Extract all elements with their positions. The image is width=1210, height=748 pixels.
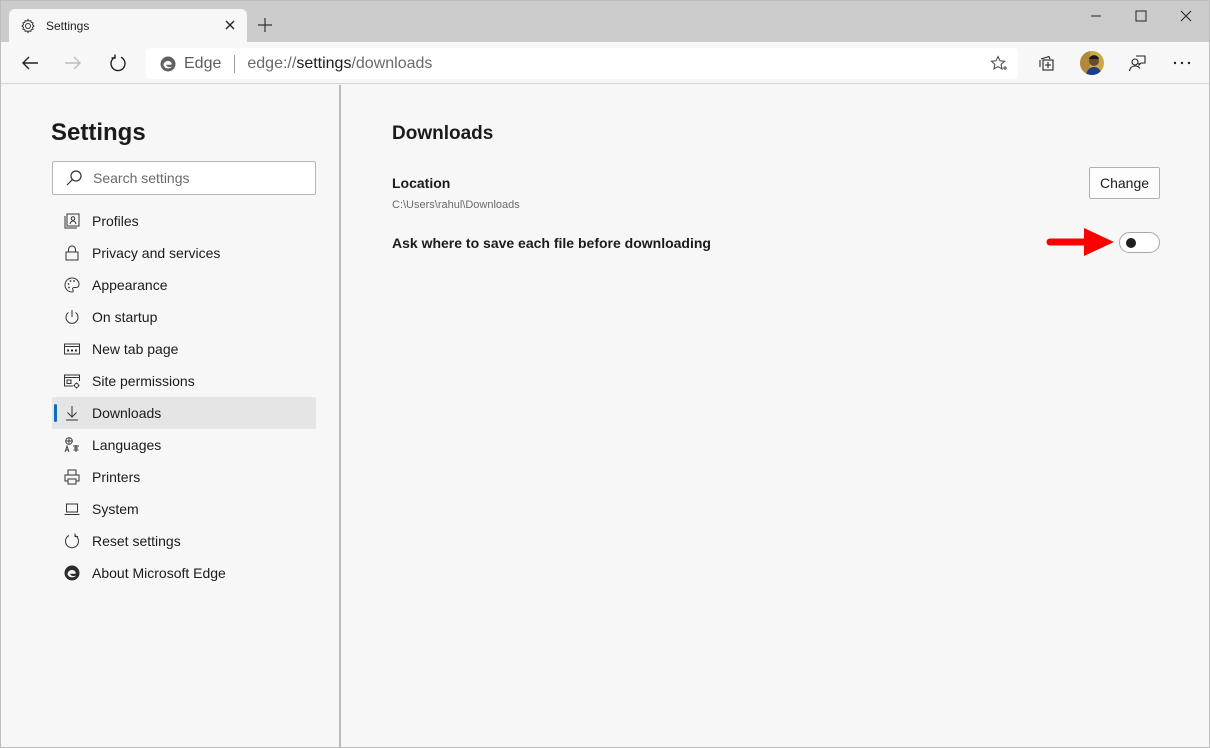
collections-icon <box>1039 55 1054 71</box>
maximize-icon <box>1135 10 1147 22</box>
refresh-button[interactable] <box>102 48 134 78</box>
tab-settings[interactable]: Settings <box>9 9 247 42</box>
minimize-icon <box>1091 15 1101 17</box>
lock-icon <box>63 244 81 262</box>
gear-icon <box>20 18 36 34</box>
forward-button[interactable] <box>57 48 89 78</box>
downloads-settings-panel: Downloads Location C:\Users\rahul\Downlo… <box>343 85 1209 747</box>
toggle-knob <box>1126 238 1136 248</box>
sidebar-item-system[interactable]: System <box>52 493 316 525</box>
sidebar-item-privacy[interactable]: Privacy and services <box>52 237 316 269</box>
separator <box>234 54 236 73</box>
close-tab-icon[interactable] <box>222 17 238 33</box>
power-icon <box>63 308 81 326</box>
profile-avatar <box>1080 51 1104 75</box>
sidebar-item-printers[interactable]: Printers <box>52 461 316 493</box>
sidebar-item-about[interactable]: About Microsoft Edge <box>52 557 316 589</box>
plus-icon <box>258 18 272 32</box>
new-tab-button[interactable] <box>255 15 275 35</box>
feedback-icon <box>1128 55 1146 72</box>
location-label: Location <box>392 175 451 191</box>
site-permissions-icon <box>63 372 81 390</box>
location-path: C:\Users\rahul\Downloads <box>392 199 520 211</box>
download-icon <box>63 404 81 422</box>
ask-before-download-toggle[interactable] <box>1119 232 1160 253</box>
change-location-button[interactable]: Change <box>1089 167 1160 199</box>
sidebar-item-on-startup[interactable]: On startup <box>52 301 316 333</box>
reset-icon <box>63 532 81 550</box>
sidebar-nav: Profiles Privacy and services Appearance… <box>52 205 316 589</box>
collections-button[interactable] <box>1031 48 1063 78</box>
sidebar-item-profiles[interactable]: Profiles <box>52 205 316 237</box>
sidebar-item-appearance[interactable]: Appearance <box>52 269 316 301</box>
sidebar-item-new-tab-page[interactable]: New tab page <box>52 333 316 365</box>
edge-logo-icon <box>63 564 81 582</box>
maximize-button[interactable] <box>1118 1 1164 31</box>
sidebar-item-reset-settings[interactable]: Reset settings <box>52 525 316 557</box>
printer-icon <box>63 468 81 486</box>
tab-title: Settings <box>46 18 90 33</box>
new-tab-icon <box>63 340 81 358</box>
tab-strip: Settings <box>1 1 1209 42</box>
close-window-button[interactable] <box>1163 1 1209 31</box>
profile-button[interactable] <box>1076 48 1108 78</box>
address-bar[interactable]: Edge edge://settings/downloads <box>146 48 1018 79</box>
search-input[interactable] <box>93 170 313 186</box>
forward-icon <box>65 56 81 70</box>
edge-logo-icon <box>160 56 176 71</box>
red-arrow-annotation <box>1046 228 1114 256</box>
profiles-icon <box>63 212 81 230</box>
ask-before-download-label: Ask where to save each file before downl… <box>392 235 711 251</box>
search-icon <box>66 170 82 186</box>
sidebar-title: Settings <box>51 119 146 146</box>
page-title: Downloads <box>392 123 494 144</box>
laptop-icon <box>63 500 81 518</box>
refresh-icon <box>110 54 126 72</box>
toolbar: Edge edge://settings/downloads <box>1 42 1209 84</box>
back-button[interactable] <box>14 48 46 78</box>
site-label: Edge <box>184 54 222 72</box>
favorite-icon[interactable] <box>990 55 1008 73</box>
sidebar-item-languages[interactable]: Languages <box>52 429 316 461</box>
close-icon <box>1180 10 1192 22</box>
minimize-button[interactable] <box>1073 1 1119 31</box>
feedback-button[interactable] <box>1121 48 1153 78</box>
more-icon <box>1173 61 1191 65</box>
settings-sidebar: Settings Profiles Privacy and services A… <box>1 85 341 747</box>
sidebar-item-site-permissions[interactable]: Site permissions <box>52 365 316 397</box>
back-icon <box>22 56 38 70</box>
palette-icon <box>63 276 81 294</box>
sidebar-item-downloads[interactable]: Downloads <box>52 397 316 429</box>
languages-icon <box>63 436 81 454</box>
url-text[interactable]: edge://settings/downloads <box>247 55 432 73</box>
more-button[interactable] <box>1166 48 1198 78</box>
search-box[interactable] <box>52 161 316 195</box>
